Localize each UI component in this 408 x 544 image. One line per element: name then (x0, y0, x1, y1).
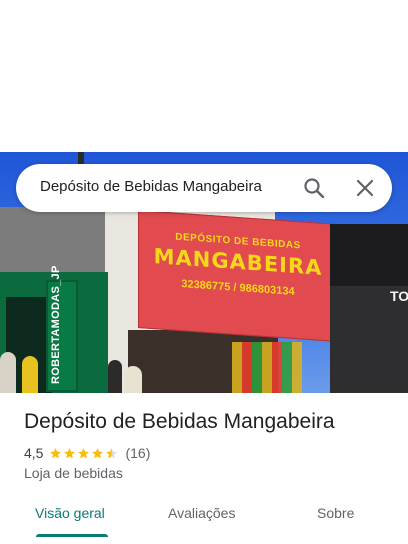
photo-person (108, 360, 122, 393)
sign-line3: 32386775 / 986803134 (181, 278, 295, 298)
rating-value: 4,5 (24, 445, 44, 461)
rating-row[interactable]: 4,5 (16) (24, 444, 150, 462)
photo-person (124, 366, 142, 393)
photo-people (0, 340, 160, 393)
star-icon (78, 447, 90, 458)
place-category: Loja de bebidas (24, 465, 123, 481)
search-icon[interactable] (302, 176, 326, 200)
star-icon (64, 447, 76, 458)
photo-person (22, 356, 38, 393)
star-icon (92, 447, 104, 458)
star-icon (50, 447, 62, 458)
review-count[interactable]: (16) (125, 445, 150, 461)
tab-about[interactable]: Sobre (317, 505, 354, 521)
search-bar[interactable]: Depósito de Bebidas Mangabeira (16, 164, 392, 212)
photo-person (0, 352, 16, 393)
place-sheet: ROBERTAMODAS_JP DEPÓSITO DE BEBIDAS MANG… (0, 0, 408, 544)
search-input[interactable]: Depósito de Bebidas Mangabeira (40, 178, 262, 195)
photo-right-sign-text: TO (390, 288, 408, 304)
photo-store-sign: DEPÓSITO DE BEBIDAS MANGABEIRA 32386775 … (138, 210, 338, 342)
star-rating (49, 447, 119, 460)
place-tabs: Visão geral Avaliações Sobre (0, 500, 408, 544)
photo-crates (232, 342, 302, 393)
star-half-icon (106, 447, 118, 458)
active-tab-indicator (36, 534, 108, 537)
tab-reviews[interactable]: Avaliações (168, 505, 235, 521)
close-icon[interactable] (353, 176, 377, 200)
tab-overview[interactable]: Visão geral (35, 505, 105, 521)
photo-building-right-top (330, 224, 408, 286)
place-title: Depósito de Bebidas Mangabeira (24, 410, 335, 433)
